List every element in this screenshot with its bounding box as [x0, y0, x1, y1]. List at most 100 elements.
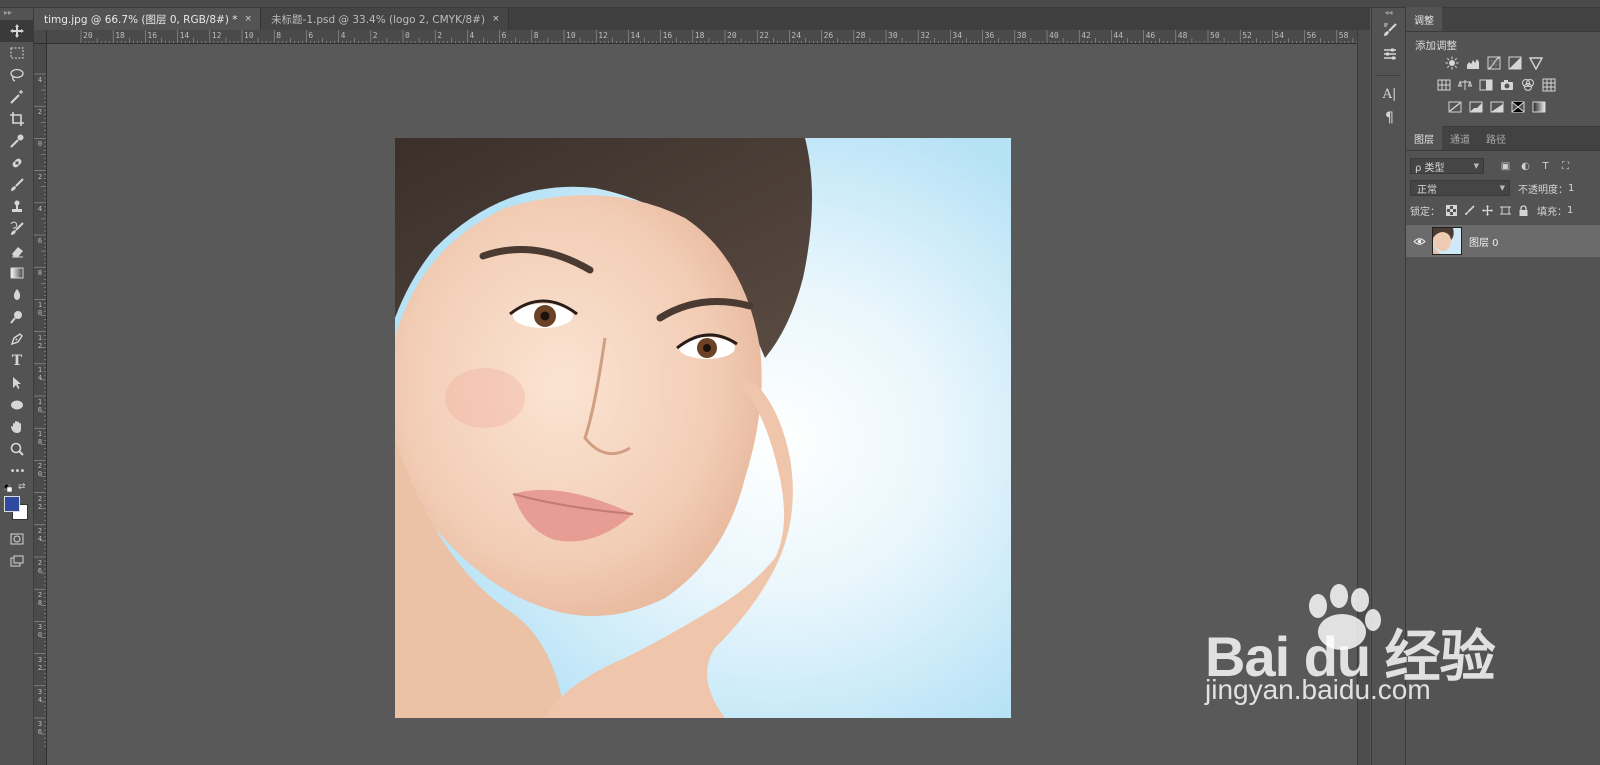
ruler-label: 3 6 — [37, 720, 43, 736]
vertical-scrollbar[interactable] — [1357, 30, 1370, 765]
gradient-tool-icon[interactable] — [0, 262, 34, 284]
shape-filter-icon[interactable]: ⛶ — [1560, 161, 1571, 172]
lock-icons — [1446, 204, 1529, 216]
opacity-value[interactable]: 1 — [1568, 183, 1574, 194]
black-white-icon[interactable] — [1478, 78, 1493, 93]
tab-timg[interactable]: timg.jpg @ 66.7% (图层 0, RGB/8#) * × — [34, 8, 262, 30]
ruler-label: 52 — [1242, 31, 1252, 40]
brightness-contrast-icon[interactable] — [1444, 56, 1459, 71]
ruler-label: 14 — [179, 31, 190, 40]
canvas-area[interactable] — [47, 44, 1357, 765]
hand-tool-icon[interactable] — [0, 416, 34, 438]
close-tab-icon[interactable]: × — [492, 14, 500, 24]
posterize-icon[interactable] — [1468, 100, 1483, 115]
lock-transparency-icon[interactable] — [1446, 204, 1457, 216]
move-tool-icon[interactable] — [0, 20, 34, 42]
ruler-label: 46 — [1145, 31, 1156, 40]
screen-mode-icon[interactable] — [0, 550, 34, 572]
foreground-color-swatch[interactable] — [4, 496, 20, 512]
ruler-label: 1 6 — [37, 398, 43, 414]
ruler-label: 24 — [791, 31, 802, 40]
panel-grip[interactable]: ◂◂ — [1372, 8, 1405, 18]
ellipse-tool-icon[interactable] — [0, 394, 34, 416]
pixel-filter-icon[interactable]: ▣ — [1500, 161, 1511, 172]
swap-colors-icon[interactable]: ⇄ — [18, 482, 26, 492]
layer-row[interactable]: 图层 0 — [1406, 225, 1600, 257]
eyedropper-tool-icon[interactable] — [0, 130, 34, 152]
path-selection-tool-icon[interactable] — [0, 372, 34, 394]
quick-mask-icon[interactable] — [0, 528, 34, 550]
top-strip — [0, 0, 1600, 8]
brush-settings-icon[interactable] — [1372, 18, 1407, 42]
ruler-label: 48 — [1177, 31, 1188, 40]
document-image[interactable] — [395, 138, 1011, 718]
color-balance-icon[interactable] — [1457, 78, 1472, 93]
pen-tool-icon[interactable] — [0, 328, 34, 350]
ruler-label: 4 — [340, 31, 346, 40]
ruler-label: 20 — [727, 31, 737, 40]
layer-filter-dropdown[interactable]: ρ 类型 ▼ — [1410, 158, 1484, 174]
ruler-label: 20 — [83, 31, 93, 40]
marquee-tool-icon[interactable] — [0, 42, 34, 64]
opacity-label: 不透明度： — [1518, 184, 1568, 196]
threshold-icon[interactable] — [1489, 100, 1504, 115]
dodge-tool-icon[interactable] — [0, 306, 34, 328]
ruler-label: 42 — [1081, 31, 1091, 40]
curves-icon[interactable] — [1486, 56, 1501, 71]
fill-value[interactable]: 1 — [1567, 205, 1573, 216]
horizontal-ruler[interactable]: 20 18 16 14 12 10 8 6 4 2 0 2 4 6 8 10 12 14 16 18 20 22 24 26 2… — [47, 30, 1357, 44]
lock-position-icon[interactable] — [1482, 204, 1493, 216]
panel-grip[interactable]: ▸▸ — [0, 8, 33, 20]
ruler-label: 36 — [984, 31, 995, 40]
levels-icon[interactable] — [1465, 56, 1480, 71]
selective-color-icon[interactable] — [1510, 100, 1525, 115]
ruler-label: 12 — [598, 31, 608, 40]
ruler-label: 2 2 — [37, 494, 43, 511]
paragraph-panel-icon[interactable]: ¶ — [1372, 106, 1407, 130]
healing-brush-tool-icon[interactable] — [0, 152, 34, 174]
more-tools-icon[interactable]: ••• — [0, 460, 34, 482]
layer-filter-row: ρ 类型 ▼ ▣ ◐ T ⛶ — [1406, 155, 1600, 177]
tab-channels[interactable]: 通道 — [1442, 126, 1478, 150]
default-colors-icon[interactable] — [4, 484, 12, 492]
magic-wand-tool-icon[interactable] — [0, 86, 34, 108]
eraser-tool-icon[interactable] — [0, 240, 34, 262]
visibility-eye-icon[interactable] — [1406, 237, 1432, 246]
tab-untitled[interactable]: 未标题-1.psd @ 33.4% (logo 2, CMYK/8#) × — [261, 8, 509, 30]
blur-tool-icon[interactable] — [0, 284, 34, 306]
exposure-icon[interactable] — [1507, 56, 1522, 71]
crop-tool-icon[interactable] — [0, 108, 34, 130]
lock-all-icon[interactable] — [1518, 204, 1529, 216]
gradient-map-icon[interactable] — [1531, 100, 1546, 115]
photoshop-window: timg.jpg @ 66.7% (图层 0, RGB/8#) * × 未标题-… — [0, 0, 1600, 765]
hue-saturation-icon[interactable] — [1436, 78, 1451, 93]
tab-layers[interactable]: 图层 — [1406, 126, 1442, 150]
character-panel-icon[interactable]: A| — [1372, 82, 1407, 106]
invert-icon[interactable] — [1447, 100, 1462, 115]
tab-paths[interactable]: 路径 — [1478, 126, 1514, 150]
tab-adjustments[interactable]: 调整 — [1406, 7, 1442, 31]
vibrance-icon[interactable] — [1528, 56, 1543, 71]
brush-tool-icon[interactable] — [0, 174, 34, 196]
chevron-down-icon: ▼ — [1473, 162, 1479, 170]
zoom-tool-icon[interactable] — [0, 438, 34, 460]
right-panels: 调整 添加调整 图层 通道 路径 ρ 类型 ▼ ▣ ◐ T ⛶ 正常 ▼ 不透明… — [1406, 7, 1600, 765]
lasso-tool-icon[interactable] — [0, 64, 34, 86]
properties-icon[interactable] — [1372, 42, 1407, 66]
lock-pixels-icon[interactable] — [1464, 204, 1475, 216]
photo-filter-icon[interactable] — [1499, 78, 1514, 93]
lock-artboard-icon[interactable] — [1500, 205, 1511, 216]
clone-stamp-tool-icon[interactable] — [0, 196, 34, 218]
type-filter-icon[interactable]: T — [1540, 161, 1551, 172]
channel-mixer-icon[interactable] — [1520, 78, 1535, 93]
ruler-label: 58 — [1338, 31, 1349, 40]
vertical-ruler[interactable]: 4 2 0 2 4 6 8 1 0 1 2 1 4 1 6 1 8 2 0 2 2 2 4 2 6 2 8 3 0… — [34, 44, 47, 765]
adjustment-row-2 — [1406, 74, 1600, 96]
blend-mode-dropdown[interactable]: 正常 ▼ — [1410, 180, 1510, 196]
layers-panel: 图层 通道 路径 ρ 类型 ▼ ▣ ◐ T ⛶ 正常 ▼ 不透明度： 1 锁定：… — [1406, 126, 1600, 257]
type-tool-icon[interactable]: T — [0, 350, 34, 372]
adjustment-filter-icon[interactable]: ◐ — [1520, 161, 1531, 172]
history-brush-tool-icon[interactable] — [0, 218, 34, 240]
close-tab-icon[interactable]: × — [245, 14, 253, 24]
color-lookup-icon[interactable] — [1541, 78, 1556, 93]
